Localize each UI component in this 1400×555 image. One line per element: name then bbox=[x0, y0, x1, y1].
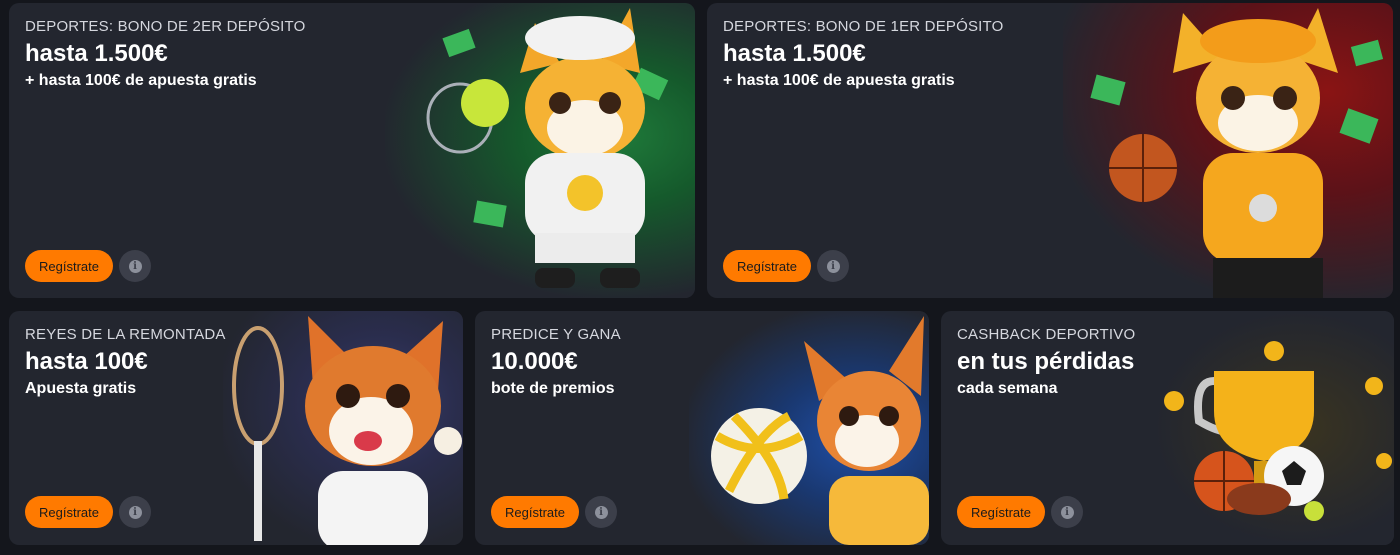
promo-card-comeback-kings[interactable]: REYES DE LA REMONTADA hasta 100€ Apuesta… bbox=[9, 311, 463, 545]
fox-basketball-illustration bbox=[1063, 3, 1393, 298]
info-button[interactable]: i bbox=[585, 496, 617, 528]
promo-eyebrow: DEPORTES: BONO DE 1ER DEPÓSITO bbox=[723, 18, 1004, 35]
register-button[interactable]: Regístrate bbox=[957, 496, 1045, 528]
promo-card-cashback[interactable]: CASHBACK DEPORTIVO en tus pérdidas cada … bbox=[941, 311, 1394, 545]
promo-subtitle: bote de premios bbox=[491, 380, 615, 397]
fox-tennis-illustration bbox=[385, 3, 695, 298]
fox-mascot-icon bbox=[1090, 8, 1384, 298]
promo-subtitle: Apuesta gratis bbox=[25, 380, 137, 397]
promo-card-2nd-deposit[interactable]: DEPORTES: BONO DE 2ER DEPÓSITO hasta 1.5… bbox=[9, 3, 695, 298]
promo-headline: hasta 1.500€ bbox=[25, 40, 168, 67]
promo-headline: hasta 1.500€ bbox=[723, 40, 866, 67]
corgi-mascot-icon bbox=[711, 316, 929, 545]
fox-mascot-icon bbox=[426, 8, 669, 288]
trophy-balls-illustration bbox=[1154, 311, 1394, 545]
info-button[interactable]: i bbox=[817, 250, 849, 282]
info-button[interactable]: i bbox=[119, 496, 151, 528]
promo-eyebrow: CASHBACK DEPORTIVO bbox=[957, 326, 1136, 343]
info-icon: i bbox=[826, 259, 840, 273]
promo-headline: 10.000€ bbox=[491, 348, 578, 375]
info-icon: i bbox=[128, 259, 142, 273]
corgi-racket-illustration bbox=[223, 311, 463, 545]
register-button[interactable]: Regístrate bbox=[491, 496, 579, 528]
promo-subtitle: + hasta 100€ de apuesta gratis bbox=[25, 72, 257, 89]
trophy-icon bbox=[1164, 341, 1392, 521]
promo-eyebrow: DEPORTES: BONO DE 2ER DEPÓSITO bbox=[25, 18, 306, 35]
corgi-mascot-icon bbox=[232, 316, 462, 545]
info-button[interactable]: i bbox=[119, 250, 151, 282]
info-icon: i bbox=[594, 505, 608, 519]
promo-subtitle: cada semana bbox=[957, 380, 1058, 397]
promo-eyebrow: PREDICE Y GANA bbox=[491, 326, 621, 343]
corgi-volleyball-illustration bbox=[689, 311, 929, 545]
promo-eyebrow: REYES DE LA REMONTADA bbox=[25, 326, 226, 343]
info-icon: i bbox=[1060, 505, 1074, 519]
promo-headline: hasta 100€ bbox=[25, 348, 148, 375]
promo-card-1st-deposit[interactable]: DEPORTES: BONO DE 1ER DEPÓSITO hasta 1.5… bbox=[707, 3, 1393, 298]
info-button[interactable]: i bbox=[1051, 496, 1083, 528]
promo-headline: en tus pérdidas bbox=[957, 348, 1135, 375]
info-icon: i bbox=[128, 505, 142, 519]
register-button[interactable]: Regístrate bbox=[723, 250, 811, 282]
promo-card-predict-win[interactable]: PREDICE Y GANA 10.000€ bote de premios R… bbox=[475, 311, 929, 545]
register-button[interactable]: Regístrate bbox=[25, 496, 113, 528]
register-button[interactable]: Regístrate bbox=[25, 250, 113, 282]
promo-subtitle: + hasta 100€ de apuesta gratis bbox=[723, 72, 955, 89]
